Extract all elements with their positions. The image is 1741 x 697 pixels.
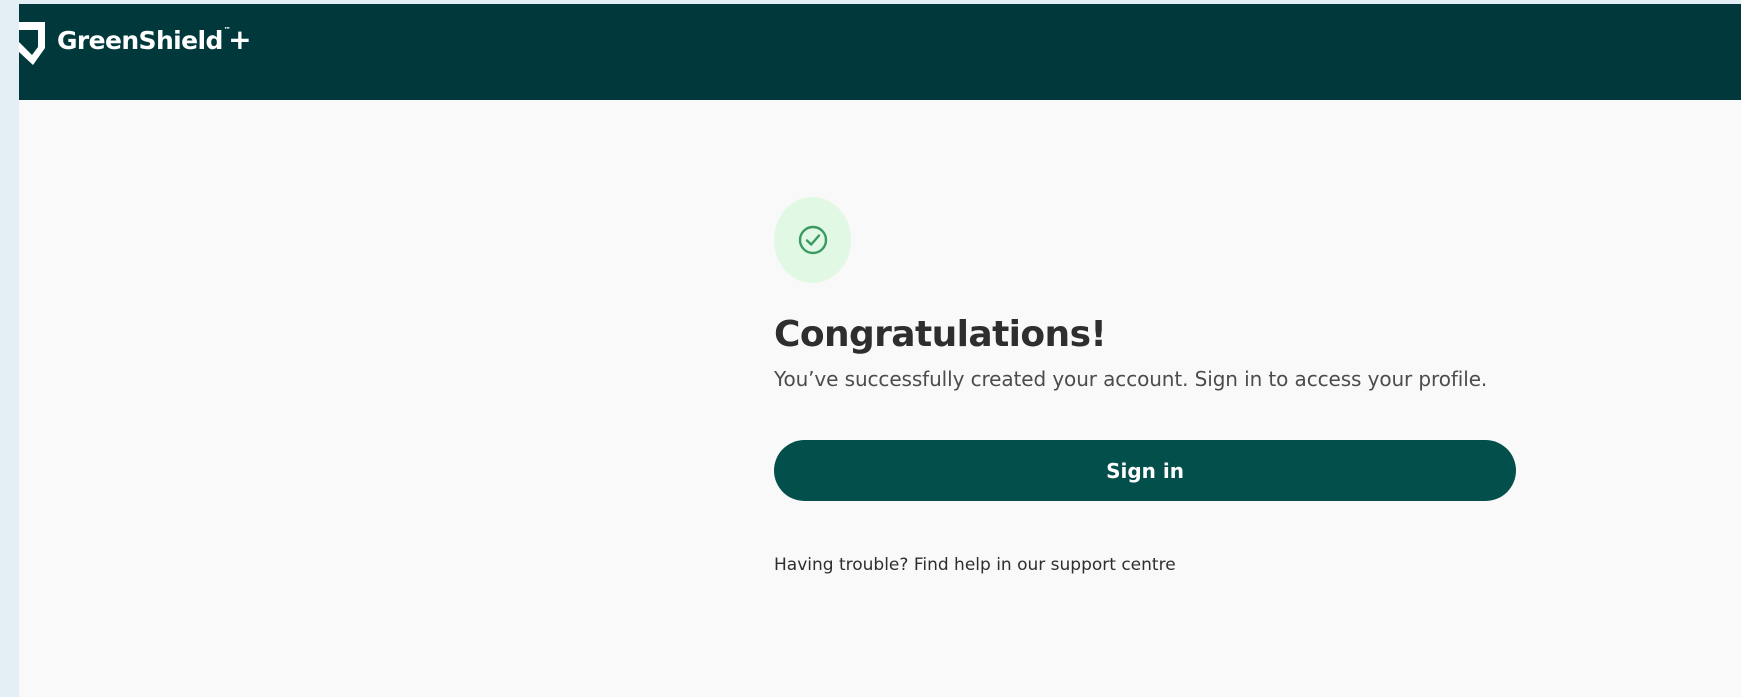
sign-in-button[interactable]: Sign in <box>774 440 1516 501</box>
support-centre-link[interactable]: Find help in our support centre <box>914 555 1176 575</box>
success-message: You’ve successfully created your account… <box>774 367 1488 391</box>
top-bar: GreenShield™+ <box>19 4 1741 100</box>
brand-plus: + <box>228 23 252 56</box>
help-text: Having trouble? Find help in our support… <box>774 553 1519 577</box>
help-prefix: Having trouble? <box>774 555 914 575</box>
success-title: Congratulations! <box>774 314 1107 355</box>
success-panel: Congratulations! You’ve successfully cre… <box>774 197 1519 577</box>
brand-wordmark: GreenShield™+ <box>57 23 252 56</box>
greenshield-logo[interactable]: GreenShield™+ <box>19 18 252 72</box>
brand-name: GreenShield <box>57 26 223 55</box>
page: GreenShield™+ Congratulations! You’ve su… <box>19 4 1741 697</box>
success-badge <box>774 197 851 283</box>
shield-logo-icon <box>19 22 45 65</box>
check-circle-icon <box>798 225 827 255</box>
